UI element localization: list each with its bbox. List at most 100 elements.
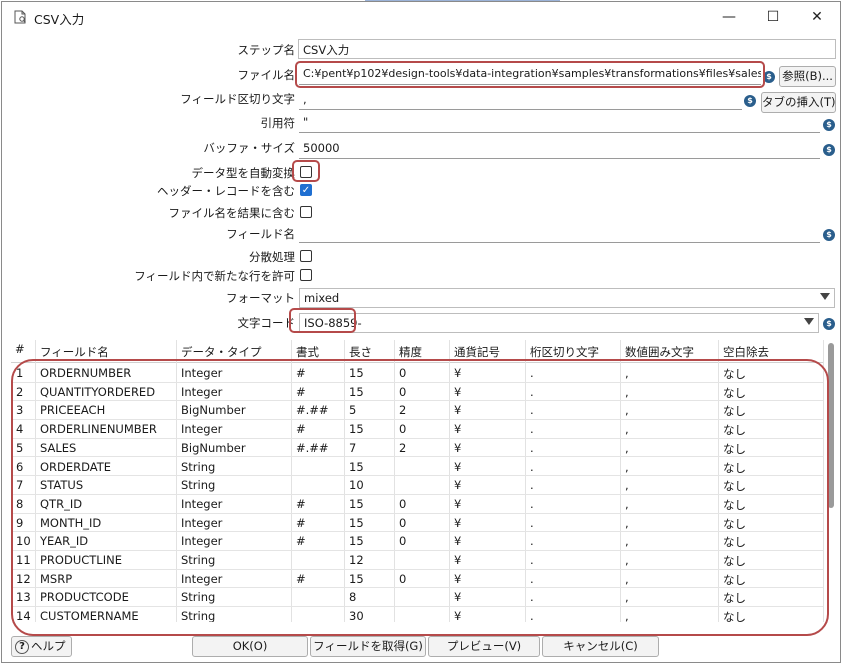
- table-cell[interactable]: QTR_ID: [40, 497, 82, 511]
- table-cell[interactable]: 15: [349, 497, 364, 511]
- table-cell[interactable]: なし: [723, 441, 746, 457]
- table-cell[interactable]: Integer: [181, 422, 222, 436]
- column-header[interactable]: データ・タイプ: [181, 344, 262, 360]
- table-cell[interactable]: 12: [16, 572, 31, 586]
- table-cell[interactable]: ,: [625, 460, 629, 474]
- table-cell[interactable]: 3: [16, 403, 23, 417]
- table-cell[interactable]: ¥: [454, 385, 461, 399]
- table-cell[interactable]: String: [181, 609, 215, 622]
- table-cell[interactable]: PRODUCTCODE: [40, 590, 129, 604]
- column-header[interactable]: 数値囲み文字: [625, 344, 694, 360]
- table-row[interactable]: 6 ORDERDATE String 15 ¥., なし: [11, 458, 823, 477]
- column-header[interactable]: #: [15, 342, 25, 356]
- table-cell[interactable]: .: [530, 385, 534, 399]
- table-cell[interactable]: ,: [625, 441, 629, 455]
- table-cell[interactable]: ,: [625, 497, 629, 511]
- table-cell[interactable]: QUANTITYORDERED: [40, 385, 155, 399]
- field-name-input[interactable]: [299, 223, 820, 243]
- table-cell[interactable]: なし: [723, 534, 746, 550]
- delimiter-input[interactable]: ,: [299, 90, 742, 110]
- table-cell[interactable]: PRODUCTLINE: [40, 553, 122, 567]
- table-cell[interactable]: #.##: [296, 403, 329, 417]
- table-cell[interactable]: .: [530, 590, 534, 604]
- table-cell[interactable]: ¥: [454, 441, 461, 455]
- cancel-button[interactable]: キャンセル(C): [542, 636, 659, 657]
- column-header[interactable]: 書式: [296, 344, 319, 360]
- table-cell[interactable]: ,: [625, 516, 629, 530]
- table-cell[interactable]: 0: [399, 516, 406, 530]
- table-cell[interactable]: #: [296, 534, 306, 548]
- table-cell[interactable]: なし: [723, 385, 746, 401]
- table-cell[interactable]: .: [530, 553, 534, 567]
- column-header[interactable]: 桁区切り文字: [530, 344, 599, 360]
- table-cell[interactable]: 10: [16, 534, 31, 548]
- close-button[interactable]: ✕: [795, 2, 839, 32]
- table-cell[interactable]: .: [530, 534, 534, 548]
- table-cell[interactable]: Integer: [181, 534, 222, 548]
- help-button[interactable]: ? ヘルプ: [11, 636, 72, 657]
- table-cell[interactable]: ¥: [454, 366, 461, 380]
- table-cell[interactable]: 14: [16, 609, 31, 622]
- table-cell[interactable]: MONTH_ID: [40, 516, 101, 530]
- table-cell[interactable]: ,: [625, 385, 629, 399]
- table-cell[interactable]: ,: [625, 403, 629, 417]
- table-cell[interactable]: String: [181, 460, 215, 474]
- newline-allowed-checkbox[interactable]: [300, 269, 312, 281]
- column-header[interactable]: 精度: [399, 344, 422, 360]
- table-row[interactable]: 4 ORDERLINENUMBER Integer #15 0 ¥., なし: [11, 420, 823, 439]
- table-cell[interactable]: 9: [16, 516, 23, 530]
- table-cell[interactable]: ¥: [454, 590, 461, 604]
- table-cell[interactable]: なし: [723, 460, 746, 476]
- lazy-conversion-checkbox[interactable]: [300, 166, 312, 178]
- table-row[interactable]: 11 PRODUCTLINE String 12 ¥., なし: [11, 551, 823, 570]
- table-cell[interactable]: 5: [349, 403, 356, 417]
- table-cell[interactable]: .: [530, 441, 534, 455]
- table-cell[interactable]: 0: [399, 534, 406, 548]
- table-cell[interactable]: ORDERLINENUMBER: [40, 422, 157, 436]
- table-cell[interactable]: 0: [399, 366, 406, 380]
- table-cell[interactable]: 8: [16, 497, 23, 511]
- table-cell[interactable]: #: [296, 497, 306, 511]
- table-cell[interactable]: 12: [349, 553, 364, 567]
- table-cell[interactable]: 15: [349, 534, 364, 548]
- table-cell[interactable]: Integer: [181, 572, 222, 586]
- table-cell[interactable]: 15: [349, 460, 364, 474]
- table-cell[interactable]: 2: [16, 385, 23, 399]
- table-cell[interactable]: 15: [349, 366, 364, 380]
- table-cell[interactable]: BigNumber: [181, 403, 246, 417]
- table-cell[interactable]: .: [530, 366, 534, 380]
- table-cell[interactable]: なし: [723, 497, 746, 513]
- table-cell[interactable]: 11: [16, 553, 31, 567]
- table-cell[interactable]: #: [296, 366, 306, 380]
- table-cell[interactable]: ¥: [454, 553, 461, 567]
- table-cell[interactable]: ,: [625, 422, 629, 436]
- table-row[interactable]: 1 ORDERNUMBER Integer #15 0 ¥., なし: [11, 364, 823, 383]
- table-cell[interactable]: なし: [723, 478, 746, 494]
- table-cell[interactable]: 10: [349, 478, 364, 492]
- table-cell[interactable]: BigNumber: [181, 441, 246, 455]
- preview-button[interactable]: プレビュー(V): [428, 636, 540, 657]
- table-cell[interactable]: .: [530, 403, 534, 417]
- table-cell[interactable]: .: [530, 460, 534, 474]
- fields-table[interactable]: # フィールド名 データ・タイプ 書式 長さ 精度 通貨記号 桁区切り文字 数値…: [11, 340, 837, 622]
- table-cell[interactable]: String: [181, 478, 215, 492]
- table-cell[interactable]: ORDERDATE: [40, 460, 111, 474]
- step-name-input[interactable]: CSV入力: [298, 39, 836, 59]
- table-cell[interactable]: なし: [723, 422, 746, 438]
- table-cell[interactable]: Integer: [181, 497, 222, 511]
- table-row[interactable]: 13 PRODUCTCODE String 8 ¥., なし: [11, 588, 823, 608]
- table-cell[interactable]: なし: [723, 609, 746, 622]
- table-cell[interactable]: #: [296, 422, 306, 436]
- table-cell[interactable]: Integer: [181, 366, 222, 380]
- table-cell[interactable]: ¥: [454, 497, 461, 511]
- table-cell[interactable]: ,: [625, 572, 629, 586]
- table-cell[interactable]: なし: [723, 366, 746, 382]
- table-cell[interactable]: #: [296, 572, 306, 586]
- table-cell[interactable]: ¥: [454, 534, 461, 548]
- table-cell[interactable]: 2: [399, 441, 406, 455]
- minimize-button[interactable]: —: [707, 2, 751, 32]
- buffer-size-input[interactable]: 50000: [299, 139, 820, 159]
- table-cell[interactable]: ¥: [454, 609, 461, 622]
- table-cell[interactable]: 5: [16, 441, 23, 455]
- table-cell[interactable]: 15: [349, 572, 364, 586]
